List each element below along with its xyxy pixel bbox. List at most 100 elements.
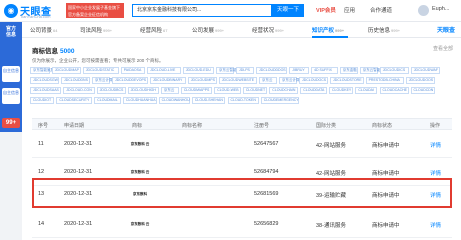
cell-status: 商标申请中	[372, 143, 400, 149]
tab-legal-risk[interactable]: 司法风险999+	[80, 26, 112, 34]
search-button[interactable]: 天眼一下	[272, 4, 304, 17]
trademark-tag[interactable]: JDCLOUD-EDU	[182, 67, 214, 74]
table-row: 11 2020-12-31 京东数科 云 52647567 42-网站服务 商标…	[32, 130, 452, 158]
sidebar-card[interactable]: 自主信息	[2, 88, 20, 104]
sidebar-card[interactable]: 自主信息	[2, 66, 20, 82]
trademark-tag[interactable]: CLOUDHUANHUA	[123, 97, 157, 104]
trademark-tag[interactable]: PRESTODB-CHINA	[365, 77, 404, 84]
sidebar-badge: 99+	[2, 118, 20, 128]
cell-status: 商标申请中	[372, 171, 400, 177]
promo-banner[interactable]: 国家中小企业发展子基金旗下官方备案企业征信机构	[66, 3, 124, 18]
trademark-tag[interactable]: CLOUD-TOKEN	[227, 97, 259, 104]
trademark-tag[interactable]: CLOUDNET	[242, 87, 268, 94]
cell-class: 38-通讯服务	[316, 223, 346, 229]
trademark-tag[interactable]: CLOUDCACHE	[379, 87, 409, 94]
cell-reg: 52684794	[254, 169, 279, 175]
detail-link[interactable]: 详情	[430, 169, 441, 177]
nav-cooperation[interactable]: 合作通道	[370, 6, 392, 14]
trademark-tag[interactable]: JDCLOUDOOS	[405, 77, 435, 84]
trademark-tag[interactable]: JDCLOUDWEBSITE	[218, 77, 257, 84]
trademark-tag-cloud: 京东智能家居 JDCLOUDMAP JDCLOUDSTATIC PAIDAOSA JDC…	[30, 67, 455, 115]
trademark-tag[interactable]: CLOUDKEY	[329, 87, 354, 94]
tab-business-risk[interactable]: 经营风险67	[140, 26, 167, 34]
trademark-tag[interactable]: PAIDAOSA	[120, 67, 146, 74]
trademark-tag[interactable]: JDCLOUD-CON	[63, 87, 95, 94]
view-all-link[interactable]: 查看全部	[433, 45, 453, 52]
trademark-tag[interactable]: CLOUDIOT	[30, 97, 55, 104]
trademark-tag[interactable]: JDCLOUDDNS	[61, 77, 90, 84]
trademark-tag[interactable]: CLOUDCHAIN	[269, 87, 299, 94]
cell-date: 2020-12-31	[64, 191, 93, 197]
trademark-tag[interactable]: CLOUDMAIL	[94, 97, 121, 104]
table-header: 序号 申请日期 商标 商标名称 注册号 国际分类 商标状态 操作	[32, 118, 452, 130]
trademark-tag[interactable]: CLOUDDATA	[300, 87, 327, 94]
trademark-image[interactable]: 京东数科 云	[124, 134, 156, 154]
nav-vip[interactable]: VIP会员	[316, 6, 336, 14]
username[interactable]: Euph...	[432, 6, 449, 12]
trademark-tag[interactable]: CLOUDWANHOU	[158, 97, 190, 104]
trademark-tag[interactable]: 京东智能家居	[30, 67, 54, 74]
trademark-tag[interactable]: JDLPS	[236, 67, 254, 74]
trademark-tag[interactable]: 京东云计算	[92, 77, 113, 84]
detail-link[interactable]: 详情	[430, 191, 441, 199]
cell-no: 13	[38, 191, 45, 197]
trademark-tag[interactable]: CLOUDEMERGENCY	[260, 97, 299, 104]
trademark-tag[interactable]: JDCLOUDBINARY	[149, 77, 186, 84]
trademark-tag[interactable]: CLOUD-WEB	[214, 87, 241, 94]
trademark-tag[interactable]: CLOUD-SHEHAN	[191, 97, 226, 104]
cell-date: 2020-12-31	[64, 169, 93, 175]
trademark-tag[interactable]: JDCLOUDICS	[379, 67, 409, 74]
trademark-tag[interactable]: JDCLOUDWAF	[410, 67, 440, 74]
panel-notice: 仅为你展示，企业公开，您可按需查看；专共可展示 200 个商标。	[32, 58, 164, 63]
trademark-tag[interactable]: JIBRUY	[289, 67, 310, 74]
tab-company-development[interactable]: 公司发展999+	[192, 26, 224, 34]
cell-status: 商标申请中	[372, 193, 400, 199]
trademark-tag[interactable]: JDCLOUDSAAS	[30, 87, 62, 94]
eye-icon: ◉	[4, 4, 18, 18]
cell-class: 39-运输贮藏	[316, 193, 346, 199]
tab-intellectual-property[interactable]: 知识产权999+	[312, 26, 344, 34]
trademark-tag[interactable]: 京东金融	[339, 67, 358, 74]
trademark-tag[interactable]: JDCLOUDDEVOPS	[112, 77, 148, 84]
tab-history[interactable]: 历史信息999+	[368, 26, 400, 34]
trademark-tag[interactable]: JDCLOUDDDOS	[256, 67, 288, 74]
tab-bar: 公司背景64 司法风险999+ 经营风险67 公司发展999+ 经营状况999+…	[22, 22, 461, 38]
trademark-image[interactable]: 京东数科 云	[124, 214, 156, 234]
top-bar: ◉ 天眼查 TianYanCha.com 国家中小企业发展子基金旗下官方备案企业…	[0, 0, 461, 22]
th-reg: 注册号	[254, 123, 270, 129]
trademark-image[interactable]: 京东数科	[124, 184, 156, 204]
trademark-tag[interactable]: JDCLOUD-LIVE	[147, 67, 181, 74]
trademark-tag[interactable]: JDCLOUDSTORE	[330, 77, 364, 84]
trademark-tag[interactable]: JDCLOUDSTATIC	[82, 67, 119, 74]
trademark-tag[interactable]: 京东云智能	[216, 67, 237, 74]
trademark-tag[interactable]: JDCLOUDSGW	[30, 77, 59, 84]
trademark-tag[interactable]: CLOUDMIAPPS	[180, 87, 213, 94]
tab-company-background[interactable]: 公司背景64	[30, 26, 57, 34]
trademark-tag[interactable]: 京东云	[259, 77, 277, 84]
trademark-tag[interactable]: 京东云	[160, 87, 179, 94]
search-input[interactable]: 北京京东金融科技有限公司...	[132, 4, 272, 17]
trademark-tag[interactable]: 4D SUFFIX	[311, 67, 338, 74]
trademark-tag[interactable]: JDCLOUDBCS	[96, 87, 126, 94]
trademark-tag[interactable]: JDCLOUDMPS	[187, 77, 217, 84]
trademark-tag[interactable]: JDCLOUDMAP	[51, 67, 81, 74]
tab-operating-status[interactable]: 经营状况999+	[252, 26, 284, 34]
trademark-tag[interactable]: CLOUDAI	[355, 87, 378, 94]
site-logo[interactable]: ◉ 天眼查 TianYanCha.com	[4, 3, 64, 19]
th-status: 商标状态	[372, 123, 393, 129]
trademark-tag[interactable]: 京东云计算	[279, 77, 300, 84]
avatar[interactable]	[418, 5, 429, 16]
trademark-tag[interactable]: 京东云智能	[359, 67, 380, 74]
trademark-panel: 商标信息 5000 查看全部 仅为你展示，企业公开，您可按需查看；专共可展示 20…	[22, 38, 461, 240]
sidebar-label: 官方信息	[5, 26, 16, 38]
trademark-tag[interactable]: CLOUDCDN	[410, 87, 435, 94]
detail-link[interactable]: 详情	[430, 141, 441, 149]
trademark-tag[interactable]: JDCLOUDOCS	[299, 77, 328, 84]
nav-apps[interactable]: 应用	[344, 6, 355, 14]
th-action: 操作	[430, 123, 441, 129]
detail-link[interactable]: 详情	[430, 221, 441, 229]
cell-no: 12	[38, 169, 45, 175]
trademark-tag[interactable]: JDCLOUDHIGH	[127, 87, 159, 94]
trademark-tag[interactable]: CLOUDSECURITY	[56, 97, 93, 104]
th-date: 申请日期	[64, 123, 85, 129]
